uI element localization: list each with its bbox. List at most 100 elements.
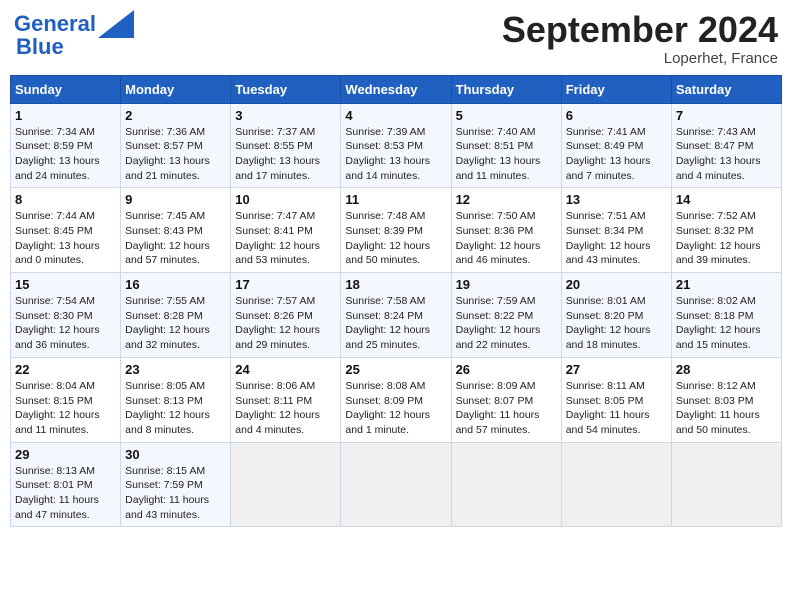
day-detail: Sunrise: 8:02 AM Sunset: 8:18 PM Dayligh…	[676, 294, 777, 353]
day-detail: Sunrise: 8:11 AM Sunset: 8:05 PM Dayligh…	[566, 379, 667, 438]
day-detail: Sunrise: 7:44 AM Sunset: 8:45 PM Dayligh…	[15, 209, 116, 268]
calendar-cell: 30Sunrise: 8:15 AM Sunset: 7:59 PM Dayli…	[121, 442, 231, 527]
day-number: 14	[676, 192, 777, 207]
header-sunday: Sunday	[11, 75, 121, 103]
calendar-cell	[671, 442, 781, 527]
days-header-row: SundayMondayTuesdayWednesdayThursdayFrid…	[11, 75, 782, 103]
day-detail: Sunrise: 7:51 AM Sunset: 8:34 PM Dayligh…	[566, 209, 667, 268]
calendar-cell	[451, 442, 561, 527]
calendar-cell: 2 Sunrise: 7:36 AM Sunset: 8:57 PM Daylig…	[121, 103, 231, 188]
day-number: 12	[456, 192, 557, 207]
calendar-cell: 7Sunrise: 7:43 AM Sunset: 8:47 PM Daylig…	[671, 103, 781, 188]
calendar-cell: 25 Sunrise: 8:08 AM Sunset: 8:09 PM Dayli…	[341, 357, 451, 442]
logo: General Blue	[14, 10, 134, 60]
calendar-cell: 20 Sunrise: 8:01 AM Sunset: 8:20 PM Dayli…	[561, 273, 671, 358]
day-detail: Sunrise: 8:12 AM Sunset: 8:03 PM Dayligh…	[676, 379, 777, 438]
day-number: 27	[566, 362, 667, 377]
day-number: 8	[15, 192, 116, 207]
day-number: 6	[566, 108, 667, 123]
calendar-week-5: 29 Sunrise: 8:13 AM Sunset: 8:01 PM Dayli…	[11, 442, 782, 527]
calendar-cell	[561, 442, 671, 527]
day-detail: Sunrise: 7:59 AM Sunset: 8:22 PM Dayligh…	[456, 294, 557, 353]
calendar-cell: 28 Sunrise: 8:12 AM Sunset: 8:03 PM Dayli…	[671, 357, 781, 442]
day-detail: Sunrise: 7:37 AM Sunset: 8:55 PM Dayligh…	[235, 125, 336, 184]
day-detail: Sunrise: 7:36 AM Sunset: 8:57 PM Dayligh…	[125, 125, 226, 184]
calendar-cell: 17 Sunrise: 7:57 AM Sunset: 8:26 PM Dayli…	[231, 273, 341, 358]
day-detail: Sunrise: 8:05 AM Sunset: 8:13 PM Dayligh…	[125, 379, 226, 438]
calendar-cell: 26 Sunrise: 8:09 AM Sunset: 8:07 PM Dayli…	[451, 357, 561, 442]
calendar-cell	[231, 442, 341, 527]
day-number: 26	[456, 362, 557, 377]
calendar-cell: 15 Sunrise: 7:54 AM Sunset: 8:30 PM Dayli…	[11, 273, 121, 358]
day-number: 1	[15, 108, 116, 123]
calendar-week-2: 8 Sunrise: 7:44 AM Sunset: 8:45 PM Daylig…	[11, 188, 782, 273]
location: Loperhet, France	[502, 50, 778, 67]
day-number: 5	[456, 108, 557, 123]
day-detail: Sunrise: 7:57 AM Sunset: 8:26 PM Dayligh…	[235, 294, 336, 353]
header-tuesday: Tuesday	[231, 75, 341, 103]
calendar-week-1: 1 Sunrise: 7:34 AM Sunset: 8:59 PM Daylig…	[11, 103, 782, 188]
calendar-cell: 11 Sunrise: 7:48 AM Sunset: 8:39 PM Dayli…	[341, 188, 451, 273]
day-detail: Sunrise: 8:06 AM Sunset: 8:11 PM Dayligh…	[235, 379, 336, 438]
day-detail: Sunrise: 8:01 AM Sunset: 8:20 PM Dayligh…	[566, 294, 667, 353]
calendar-cell: 10 Sunrise: 7:47 AM Sunset: 8:41 PM Dayli…	[231, 188, 341, 273]
day-number: 25	[345, 362, 446, 377]
calendar-cell: 13 Sunrise: 7:51 AM Sunset: 8:34 PM Dayli…	[561, 188, 671, 273]
day-number: 30	[125, 447, 226, 462]
calendar-cell: 1 Sunrise: 7:34 AM Sunset: 8:59 PM Daylig…	[11, 103, 121, 188]
calendar-cell: 24Sunrise: 8:06 AM Sunset: 8:11 PM Dayli…	[231, 357, 341, 442]
calendar-cell: 4 Sunrise: 7:39 AM Sunset: 8:53 PM Daylig…	[341, 103, 451, 188]
calendar-cell: 6 Sunrise: 7:41 AM Sunset: 8:49 PM Daylig…	[561, 103, 671, 188]
calendar-cell: 22Sunrise: 8:04 AM Sunset: 8:15 PM Dayli…	[11, 357, 121, 442]
page-header: General Blue September 2024 Loperhet, Fr…	[10, 10, 782, 67]
day-detail: Sunrise: 7:54 AM Sunset: 8:30 PM Dayligh…	[15, 294, 116, 353]
logo-text: General	[14, 13, 96, 35]
title-block: September 2024 Loperhet, France	[502, 10, 778, 67]
day-detail: Sunrise: 7:50 AM Sunset: 8:36 PM Dayligh…	[456, 209, 557, 268]
day-number: 2	[125, 108, 226, 123]
day-detail: Sunrise: 7:47 AM Sunset: 8:41 PM Dayligh…	[235, 209, 336, 268]
day-detail: Sunrise: 7:34 AM Sunset: 8:59 PM Dayligh…	[15, 125, 116, 184]
day-number: 11	[345, 192, 446, 207]
day-number: 10	[235, 192, 336, 207]
day-detail: Sunrise: 7:39 AM Sunset: 8:53 PM Dayligh…	[345, 125, 446, 184]
logo-line2: Blue	[14, 34, 64, 60]
day-detail: Sunrise: 7:45 AM Sunset: 8:43 PM Dayligh…	[125, 209, 226, 268]
day-detail: Sunrise: 7:55 AM Sunset: 8:28 PM Dayligh…	[125, 294, 226, 353]
day-detail: Sunrise: 8:13 AM Sunset: 8:01 PM Dayligh…	[15, 464, 116, 523]
calendar-cell	[341, 442, 451, 527]
calendar-cell: 21 Sunrise: 8:02 AM Sunset: 8:18 PM Dayli…	[671, 273, 781, 358]
day-number: 28	[676, 362, 777, 377]
calendar-cell: 5 Sunrise: 7:40 AM Sunset: 8:51 PM Daylig…	[451, 103, 561, 188]
calendar-cell: 8 Sunrise: 7:44 AM Sunset: 8:45 PM Daylig…	[11, 188, 121, 273]
day-detail: Sunrise: 7:40 AM Sunset: 8:51 PM Dayligh…	[456, 125, 557, 184]
day-number: 16	[125, 277, 226, 292]
day-detail: Sunrise: 7:43 AM Sunset: 8:47 PM Dayligh…	[676, 125, 777, 184]
day-detail: Sunrise: 7:41 AM Sunset: 8:49 PM Dayligh…	[566, 125, 667, 184]
day-detail: Sunrise: 7:48 AM Sunset: 8:39 PM Dayligh…	[345, 209, 446, 268]
day-number: 3	[235, 108, 336, 123]
calendar-cell: 16 Sunrise: 7:55 AM Sunset: 8:28 PM Dayli…	[121, 273, 231, 358]
calendar-cell: 29 Sunrise: 8:13 AM Sunset: 8:01 PM Dayli…	[11, 442, 121, 527]
day-number: 4	[345, 108, 446, 123]
calendar-cell: 19Sunrise: 7:59 AM Sunset: 8:22 PM Dayli…	[451, 273, 561, 358]
day-number: 15	[15, 277, 116, 292]
day-detail: Sunrise: 8:09 AM Sunset: 8:07 PM Dayligh…	[456, 379, 557, 438]
header-wednesday: Wednesday	[341, 75, 451, 103]
calendar-cell: 18 Sunrise: 7:58 AM Sunset: 8:24 PM Dayli…	[341, 273, 451, 358]
day-number: 29	[15, 447, 116, 462]
calendar-cell: 23Sunrise: 8:05 AM Sunset: 8:13 PM Dayli…	[121, 357, 231, 442]
day-detail: Sunrise: 7:58 AM Sunset: 8:24 PM Dayligh…	[345, 294, 446, 353]
calendar-cell: 3 Sunrise: 7:37 AM Sunset: 8:55 PM Daylig…	[231, 103, 341, 188]
header-monday: Monday	[121, 75, 231, 103]
day-number: 18	[345, 277, 446, 292]
day-number: 21	[676, 277, 777, 292]
day-number: 13	[566, 192, 667, 207]
day-number: 22	[15, 362, 116, 377]
month-title: September 2024	[502, 10, 778, 50]
calendar-table: SundayMondayTuesdayWednesdayThursdayFrid…	[10, 75, 782, 528]
day-number: 17	[235, 277, 336, 292]
day-number: 20	[566, 277, 667, 292]
calendar-cell: 12 Sunrise: 7:50 AM Sunset: 8:36 PM Dayli…	[451, 188, 561, 273]
day-detail: Sunrise: 8:08 AM Sunset: 8:09 PM Dayligh…	[345, 379, 446, 438]
